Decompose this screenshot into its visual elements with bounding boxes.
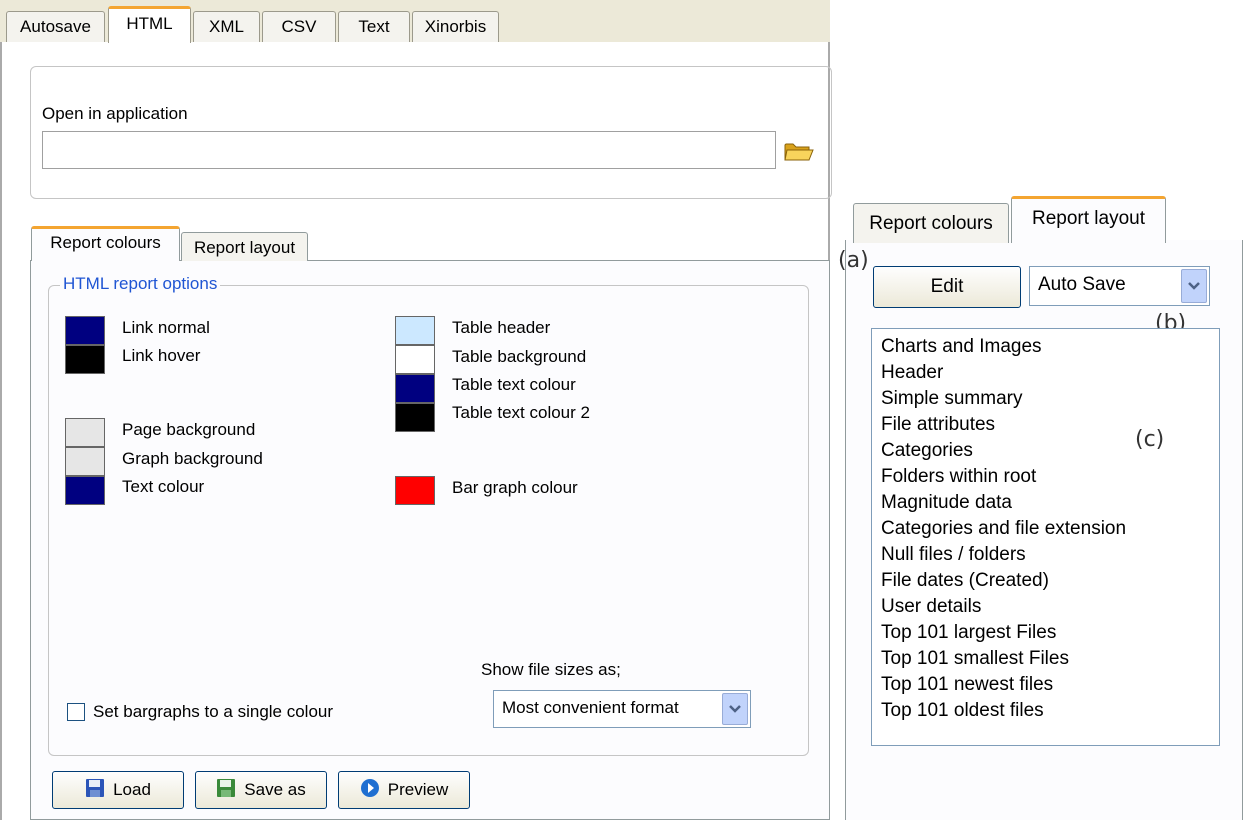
table-text-colour-2-label: Table text colour 2 (452, 403, 590, 422)
open-in-application-label: Open in application (42, 104, 188, 123)
list-item[interactable]: Categories and file extension (881, 516, 1126, 542)
tab-csv[interactable]: CSV (262, 11, 336, 42)
link-hover-label: Link hover (122, 346, 201, 365)
preview-button-label: Preview (387, 780, 449, 799)
top-tab-strip: Autosave HTML XML CSV Text Xinorbis (0, 0, 830, 43)
file-sizes-value: Most convenient format (502, 698, 679, 717)
bar-graph-colour-swatch[interactable] (395, 476, 435, 505)
list-item[interactable]: Null files / folders (881, 542, 1126, 568)
text-colour-label: Text colour (122, 477, 205, 496)
graph-background-swatch[interactable] (65, 447, 105, 476)
layout-preset-value: Auto Save (1038, 274, 1126, 295)
table-header-swatch[interactable] (395, 316, 435, 345)
page-background-label: Page background (122, 420, 256, 439)
save-as-button-label: Save as (244, 780, 306, 799)
edit-button-label: Edit (930, 276, 964, 297)
list-item[interactable]: File dates (Created) (881, 568, 1126, 594)
list-item[interactable]: Top 101 largest Files (881, 620, 1126, 646)
report-sections-list[interactable]: Charts and Images Header Simple summary Fil… (871, 328, 1220, 746)
tab-report-colours[interactable]: Report colours (31, 226, 180, 261)
edit-button[interactable]: Edit (873, 266, 1021, 308)
single-colour-checkbox[interactable] (67, 703, 85, 721)
list-item[interactable]: Top 101 smallest Files (881, 646, 1126, 672)
link-hover-swatch[interactable] (65, 345, 105, 374)
tab-xinorbis[interactable]: Xinorbis (412, 11, 499, 42)
layout-tab-report-colours[interactable]: Report colours (853, 203, 1009, 243)
tab-report-layout[interactable]: Report layout (181, 232, 308, 261)
list-item[interactable]: Header (881, 360, 1126, 386)
list-item[interactable]: Magnitude data (881, 490, 1126, 516)
preview-button[interactable]: Preview (338, 771, 470, 809)
list-item[interactable]: Folders within root (881, 464, 1126, 490)
load-button[interactable]: Load (52, 771, 184, 809)
save-icon (216, 778, 236, 803)
file-sizes-select[interactable]: Most convenient format (493, 690, 751, 728)
bar-graph-colour-label: Bar graph colour (452, 478, 578, 497)
text-colour-swatch[interactable] (65, 476, 105, 505)
file-sizes-label: Show file sizes as; (481, 660, 621, 679)
table-text-colour-2-swatch[interactable] (395, 403, 435, 432)
list-item[interactable]: File attributes (881, 412, 1126, 438)
save-as-button[interactable]: Save as (195, 771, 327, 809)
annotation-a: (a) (838, 248, 869, 273)
layout-tab-report-layout[interactable]: Report layout (1011, 196, 1166, 243)
list-item[interactable]: Top 101 oldest files (881, 698, 1126, 724)
tab-text[interactable]: Text (338, 11, 410, 42)
annotation-c: (c) (1135, 427, 1165, 452)
list-item[interactable]: Categories (881, 438, 1126, 464)
table-background-swatch[interactable] (395, 345, 435, 374)
page-background-swatch[interactable] (65, 418, 105, 447)
tab-autosave[interactable]: Autosave (6, 11, 105, 42)
tab-xml[interactable]: XML (193, 11, 260, 42)
list-item[interactable]: Top 101 newest files (881, 672, 1126, 698)
table-text-colour-label: Table text colour (452, 375, 576, 394)
list-item[interactable]: Charts and Images (881, 334, 1126, 360)
folder-icon[interactable] (782, 138, 816, 164)
single-colour-checkbox-label: Set bargraphs to a single colour (93, 702, 334, 721)
chevron-down-icon[interactable] (722, 693, 748, 725)
play-icon (360, 778, 380, 803)
table-background-label: Table background (452, 347, 587, 366)
floppy-disk-icon (85, 778, 105, 803)
html-report-options-legend: HTML report options (60, 274, 221, 294)
graph-background-label: Graph background (122, 449, 263, 468)
table-text-colour-swatch[interactable] (395, 374, 435, 403)
list-item[interactable]: Simple summary (881, 386, 1126, 412)
layout-preset-select[interactable]: Auto Save (1029, 266, 1210, 306)
link-normal-label: Link normal (122, 318, 210, 337)
chevron-down-icon[interactable] (1181, 269, 1207, 303)
table-header-label: Table header (452, 318, 551, 337)
list-item[interactable]: User details (881, 594, 1126, 620)
link-normal-swatch[interactable] (65, 316, 105, 345)
load-button-label: Load (113, 780, 151, 799)
application-path-input[interactable] (42, 131, 776, 169)
tab-html[interactable]: HTML (108, 6, 191, 43)
